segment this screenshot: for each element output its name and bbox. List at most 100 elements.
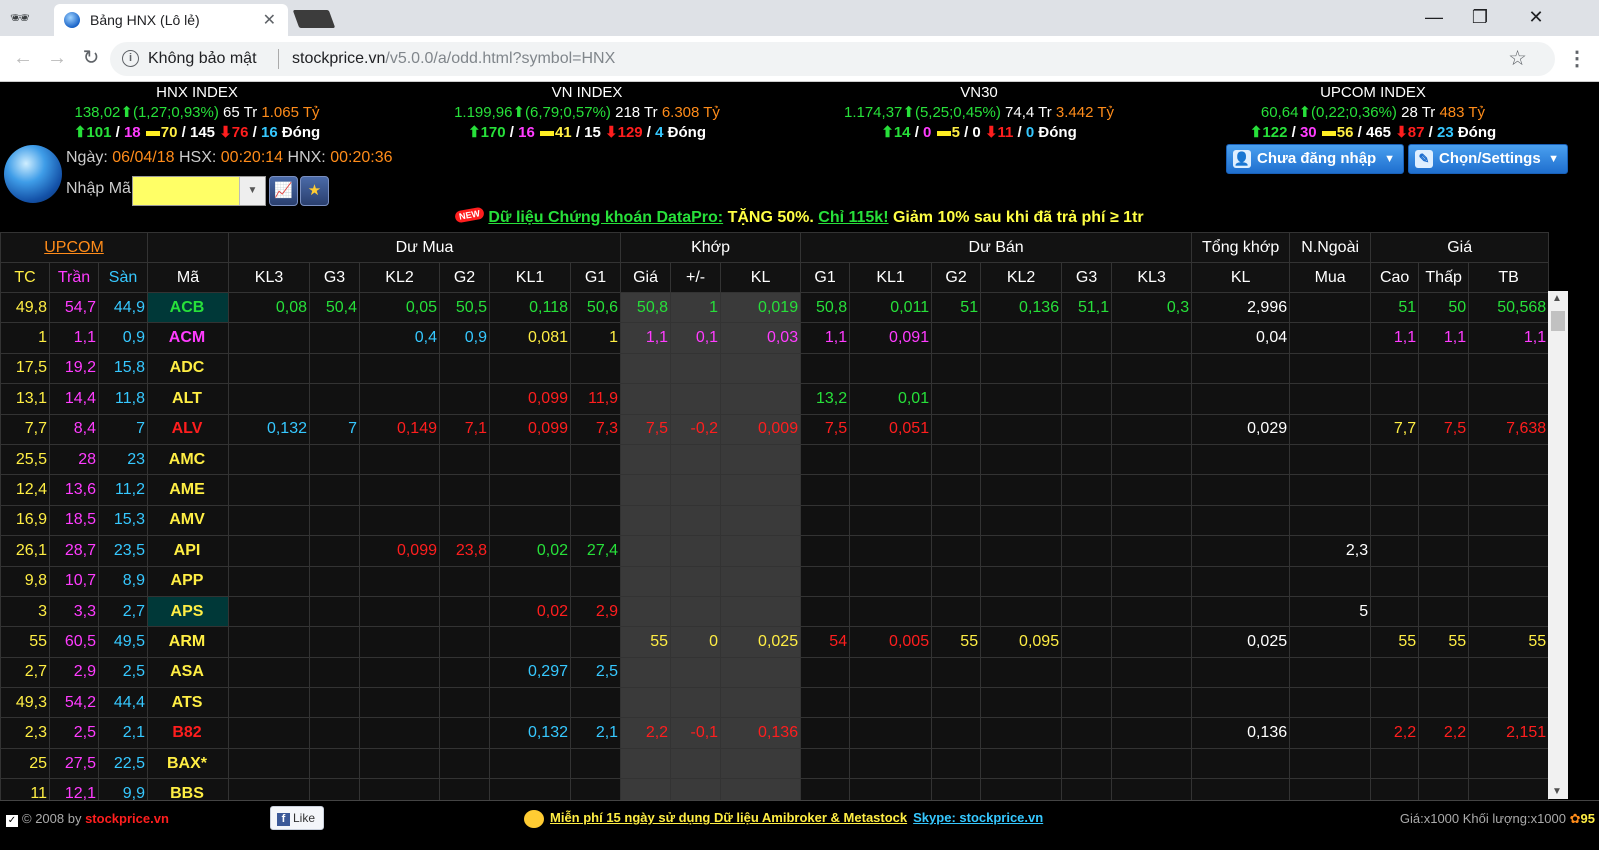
checkbox-icon[interactable]: ✓ — [6, 815, 18, 827]
cell-tb: 50,568 — [1468, 291, 1550, 324]
stock-code[interactable]: APS — [147, 595, 229, 628]
stock-row[interactable]: 16,9 18,5 15,3 AMV — [0, 504, 1550, 537]
stock-code[interactable]: ALV — [147, 413, 229, 445]
stock-code[interactable]: APP — [147, 565, 229, 597]
reload-icon[interactable]: ↻ — [78, 46, 104, 72]
stock-code[interactable]: ACM — [147, 322, 229, 354]
price-link[interactable]: Chỉ 115k! — [818, 209, 888, 226]
stock-row[interactable]: 49,3 54,2 44,4 ATS — [0, 687, 1550, 719]
column-header-m[interactable]: Mã — [147, 262, 229, 293]
column-header-kl2[interactable]: KL2 — [359, 262, 440, 293]
stock-code[interactable]: ALT — [147, 383, 229, 415]
column-header-kl2[interactable]: KL2 — [980, 262, 1063, 293]
back-arrow-icon[interactable]: ← — [10, 46, 36, 72]
skype-link[interactable]: Skype: stockprice.vn — [913, 810, 1043, 825]
bookmark-star-icon[interactable]: ☆ — [1508, 46, 1527, 71]
close-tab-icon[interactable]: ✕ — [263, 10, 276, 30]
column-header-kl1[interactable]: KL1 — [849, 262, 933, 293]
column-header-kl1[interactable]: KL1 — [489, 262, 571, 293]
stock-code[interactable]: AMC — [147, 443, 229, 476]
free-trial-link[interactable]: Miễn phí 15 ngày sử dụng Dữ liệu Amibrok… — [550, 810, 907, 825]
new-tab-button[interactable] — [292, 10, 336, 28]
column-header-thp[interactable]: Thấp — [1418, 262, 1470, 293]
column-header-g2[interactable]: G2 — [439, 262, 490, 293]
stock-row[interactable]: 55 60,5 49,5 ARM 55 0 0,025 54 0,005 55 0,095 0,025… — [0, 626, 1550, 658]
cell-g3 — [309, 687, 360, 719]
restore-button[interactable]: ❐ — [1457, 6, 1503, 30]
stock-row[interactable]: 26,1 28,7 23,5 API 0,099 23,8 0,02 27,4 2,3 — [0, 535, 1550, 567]
forward-arrow-icon[interactable]: → — [44, 46, 70, 72]
column-header-mua[interactable]: Mua — [1289, 262, 1372, 293]
stock-row[interactable]: 49,8 54,7 44,9 ACB 0,08 50,4 0,05 50,5 0,118 50,6… — [0, 291, 1550, 324]
stock-code[interactable]: BAX* — [147, 747, 229, 780]
login-button[interactable]: 👤 Chưa đăng nhập ▼ — [1226, 144, 1404, 174]
omnibox[interactable]: i Không bảo mật stockprice.vn/v5.0.0/a/o… — [110, 42, 1555, 76]
column-header-kl3[interactable]: KL3 — [228, 262, 310, 293]
column-header-tb[interactable]: TB — [1468, 262, 1550, 293]
stock-row[interactable]: 9,8 10,7 8,9 APP — [0, 565, 1550, 597]
stock-code-input[interactable]: ▼ — [132, 176, 266, 206]
column-header-trn[interactable]: Trần — [49, 262, 99, 293]
cell-g2 — [439, 352, 490, 385]
column-header-sn[interactable]: Sàn — [98, 262, 148, 293]
stock-code[interactable]: ADC — [147, 352, 229, 385]
url-text[interactable]: stockprice.vn/v5.0.0/a/odd.html?symbol=H… — [292, 50, 615, 68]
cell-trn: 27,5 — [49, 747, 99, 780]
column-header-[interactable]: +/- — [670, 262, 722, 293]
stock-row[interactable]: 2,3 2,5 2,1 B82 0,132 2,1 2,2 -0,1 0,136 0,136 2,2… — [0, 717, 1550, 749]
stock-row[interactable]: 3 3,3 2,7 APS 0,02 2,9 5 — [0, 595, 1550, 628]
column-header-g3[interactable]: G3 — [309, 262, 360, 293]
stock-code[interactable]: ASA — [147, 656, 229, 689]
facebook-like-button[interactable]: f Like — [270, 806, 324, 830]
cell-tb — [1468, 565, 1550, 597]
dropdown-arrow-icon[interactable]: ▼ — [239, 177, 265, 205]
cell-g2 — [931, 535, 982, 567]
column-header-kl[interactable]: KL — [1191, 262, 1291, 293]
exchange-link[interactable]: UPCOM — [44, 239, 104, 256]
column-header-g1[interactable]: G1 — [800, 262, 851, 293]
column-header-kl3[interactable]: KL3 — [1111, 262, 1193, 293]
column-header-g3[interactable]: G3 — [1061, 262, 1113, 293]
stock-row[interactable]: 7,7 8,4 7 ALV 0,132 7 0,149 7,1 0,099 7,3 7,5 -0,2 0… — [0, 413, 1550, 445]
column-header-kl[interactable]: KL — [720, 262, 802, 293]
index-value: 138,02 — [74, 104, 121, 121]
cell-g1 — [800, 656, 851, 689]
stock-row[interactable]: 12,4 13,6 11,2 AME — [0, 474, 1550, 506]
datapro-link[interactable]: Dữ liệu Chứng khoán DataPro: — [488, 209, 723, 226]
stock-code[interactable]: ACB — [147, 291, 229, 324]
scrollbar-thumb[interactable] — [1551, 311, 1565, 331]
cell-tb — [1468, 474, 1550, 506]
stock-code[interactable]: ATS — [147, 687, 229, 719]
stock-row[interactable]: 25 27,5 22,5 BAX* — [0, 747, 1550, 780]
cell-tb — [1468, 656, 1550, 689]
exchange-header[interactable]: UPCOM — [0, 232, 148, 263]
stock-row[interactable]: 13,1 14,4 11,8 ALT 0,099 11,9 13,2 0,01 — [0, 383, 1550, 415]
stock-row[interactable]: 25,5 28 23 AMC — [0, 443, 1550, 476]
chart-icon[interactable]: 📈 — [269, 176, 298, 206]
column-header-gi[interactable]: Giá — [620, 262, 672, 293]
info-icon[interactable]: i — [122, 50, 139, 67]
scroll-down-icon[interactable]: ▼ — [1552, 786, 1562, 797]
stock-code[interactable]: ARM — [147, 626, 229, 658]
minimize-button[interactable]: — — [1411, 6, 1457, 30]
stock-row[interactable]: 2,7 2,9 2,5 ASA 0,297 2,5 — [0, 656, 1550, 689]
cell-trn: 3,3 — [49, 595, 99, 628]
column-header-g1[interactable]: G1 — [569, 262, 622, 293]
stock-row[interactable]: 17,5 19,2 15,8 ADC — [0, 352, 1550, 385]
column-header-g2[interactable]: G2 — [931, 262, 982, 293]
stock-row[interactable]: 1 1,1 0,9 ACM 0,4 0,9 0,081 1 1,1 0,1 0,03 1,1 0,091… — [0, 322, 1550, 354]
browser-tab[interactable]: Bảng HNX (Lô lẻ) ✕ — [54, 4, 288, 36]
close-window-button[interactable]: ✕ — [1513, 6, 1559, 30]
stock-code[interactable]: AMV — [147, 504, 229, 537]
settings-button[interactable]: ✎ Chọn/Settings ▼ — [1408, 144, 1568, 174]
scroll-up-icon[interactable]: ▲ — [1552, 293, 1562, 304]
favorite-star-icon[interactable]: ★ — [300, 176, 329, 206]
browser-menu-icon[interactable]: ⋮ — [1567, 46, 1587, 71]
cell-g2 — [439, 626, 490, 658]
stock-code[interactable]: AME — [147, 474, 229, 506]
column-header-cao[interactable]: Cao — [1370, 262, 1420, 293]
stock-code[interactable]: B82 — [147, 717, 229, 749]
stock-code[interactable]: API — [147, 535, 229, 567]
vertical-scrollbar[interactable]: ▲ ▼ — [1548, 291, 1568, 799]
column-header-tc[interactable]: TC — [0, 262, 50, 293]
